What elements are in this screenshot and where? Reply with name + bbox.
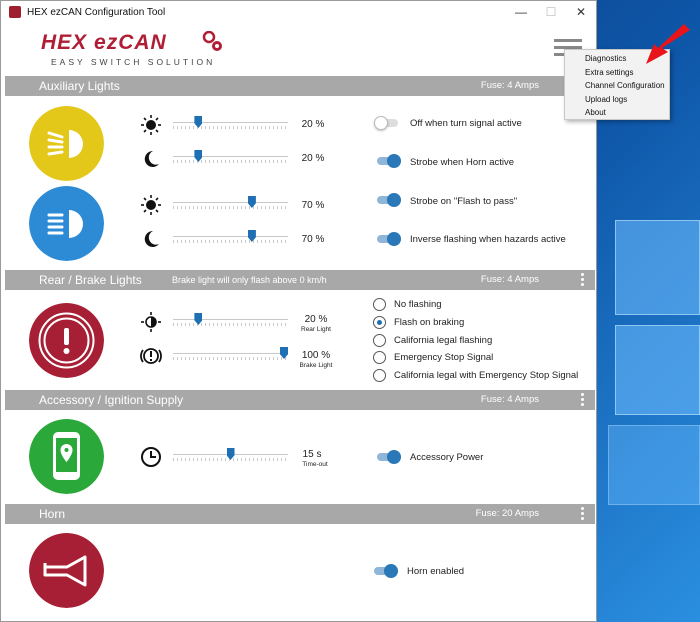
toggle-label: Accessory Power — [410, 452, 484, 463]
menu-item-upload-logs[interactable]: Upload logs — [565, 93, 669, 107]
minimize-button[interactable]: — — [506, 1, 536, 23]
radio-label: No flashing — [394, 299, 442, 310]
slider-sublabel: Brake Light — [299, 362, 333, 369]
title-bar: HEX ezCAN Configuration Tool — ☐ ✕ — [1, 1, 596, 23]
slider-value: 70 % — [301, 200, 325, 211]
section-header-aux: Auxiliary Lights Fuse: 4 Amps — [5, 76, 595, 96]
section-note: Brake light will only flash above 0 km/h — [172, 275, 327, 285]
aux2-night-slider[interactable] — [173, 230, 288, 244]
red-arrow-icon — [646, 24, 690, 64]
aux-light-1-icon — [29, 106, 104, 181]
toggle-label: Horn enabled — [407, 566, 465, 577]
brake-light-icon — [140, 348, 162, 364]
section-header-accessory: Accessory / Ignition Supply Fuse: 4 Amps — [5, 390, 595, 410]
rear-light-slider[interactable] — [173, 313, 288, 327]
slider-sublabel: Time-out — [302, 461, 328, 468]
slider-value: 20 % — [301, 153, 325, 164]
radio-button[interactable] — [373, 351, 386, 364]
section-header-rear: Rear / Brake Lights Brake light will onl… — [5, 270, 595, 290]
sun-icon — [141, 195, 161, 215]
section-title: Rear / Brake Lights — [39, 273, 142, 287]
radio-button[interactable] — [373, 369, 386, 382]
aux-day-slider[interactable] — [173, 116, 288, 130]
close-button[interactable]: ✕ — [566, 1, 596, 23]
radio-label: California legal flashing — [394, 335, 493, 346]
toggle-accessory-power[interactable] — [377, 450, 401, 464]
toggle-label: Inverse flashing when hazards active — [410, 234, 566, 245]
app-icon — [9, 6, 21, 18]
section-title: Auxiliary Lights — [39, 79, 120, 93]
toggle-strobe-flash-to-pass[interactable] — [377, 193, 401, 207]
radio-button[interactable] — [373, 334, 386, 347]
aux-night-slider[interactable] — [173, 150, 288, 164]
slider-value: 20 % — [301, 119, 325, 130]
section-title: Horn — [39, 507, 66, 521]
radio-label: Emergency Stop Signal — [394, 352, 494, 363]
windows-logo-pane — [615, 325, 700, 415]
radio-label: California legal with Emergency Stop Sig… — [394, 370, 579, 381]
half-sun-icon — [141, 312, 161, 332]
radio-label: Flash on braking — [394, 317, 465, 328]
slider-value: 15 s — [302, 449, 322, 460]
logo-tagline: EASY SWITCH SOLUTION — [51, 57, 216, 67]
toggle-inverse-flashing[interactable] — [377, 232, 401, 246]
menu-item-extra-settings[interactable]: Extra settings — [565, 66, 669, 80]
fuse-label: Fuse: 20 Amps — [475, 508, 539, 519]
toggle-strobe-horn[interactable] — [377, 154, 401, 168]
logo-mark-icon — [202, 31, 222, 51]
hex-ezcan-logo: HEX ezCAN EASY SWITCH SOLUTION — [41, 31, 226, 73]
aux-light-2-icon — [29, 186, 104, 261]
slider-value: 70 % — [301, 234, 325, 245]
section-title: Accessory / Ignition Supply — [39, 393, 184, 407]
horn-icon — [29, 533, 104, 608]
toggle-off-turn-signal[interactable] — [374, 116, 398, 130]
toggle-label: Off when turn signal active — [410, 118, 522, 129]
more-options-icon[interactable] — [581, 393, 585, 408]
radio-button[interactable] — [373, 298, 386, 311]
logo-brand-a: HEX — [41, 31, 88, 54]
toggle-label: Strobe on "Flash to pass" — [410, 196, 518, 207]
windows-logo-pane — [615, 220, 700, 315]
more-options-icon[interactable] — [581, 273, 585, 288]
toggle-label: Strobe when Horn active — [410, 157, 515, 168]
toggle-horn-enabled[interactable] — [374, 564, 398, 578]
slider-value: 100 % — [301, 350, 331, 361]
more-options-icon[interactable] — [581, 507, 585, 522]
fuse-label: Fuse: 4 Amps — [480, 80, 539, 91]
menu-item-about[interactable]: About — [565, 106, 669, 120]
menu-item-channel-configuration[interactable]: Channel Configuration — [565, 79, 669, 93]
phone-location-icon — [29, 419, 104, 494]
timeout-slider[interactable] — [173, 448, 288, 462]
app-window: HEX ezCAN Configuration Tool — ☐ ✕ HEX e… — [0, 0, 597, 622]
radio-button[interactable] — [373, 316, 386, 329]
slider-value: 20 % — [304, 314, 328, 325]
aux2-day-slider[interactable] — [173, 196, 288, 210]
logo-brand-b: ezCAN — [94, 31, 167, 54]
moon-icon — [144, 230, 159, 247]
maximize-button[interactable]: ☐ — [536, 1, 566, 23]
clock-icon — [141, 447, 161, 467]
slider-sublabel: Rear Light — [301, 326, 331, 333]
moon-icon — [144, 150, 159, 167]
windows-logo-pane — [608, 425, 700, 505]
section-header-horn: Horn Fuse: 20 Amps — [5, 504, 595, 524]
sun-icon — [141, 115, 161, 135]
fuse-label: Fuse: 4 Amps — [480, 394, 539, 405]
fuse-label: Fuse: 4 Amps — [480, 274, 539, 285]
brake-warning-icon — [29, 303, 104, 378]
brake-light-slider[interactable] — [173, 347, 288, 361]
window-title: HEX ezCAN Configuration Tool — [27, 6, 166, 18]
